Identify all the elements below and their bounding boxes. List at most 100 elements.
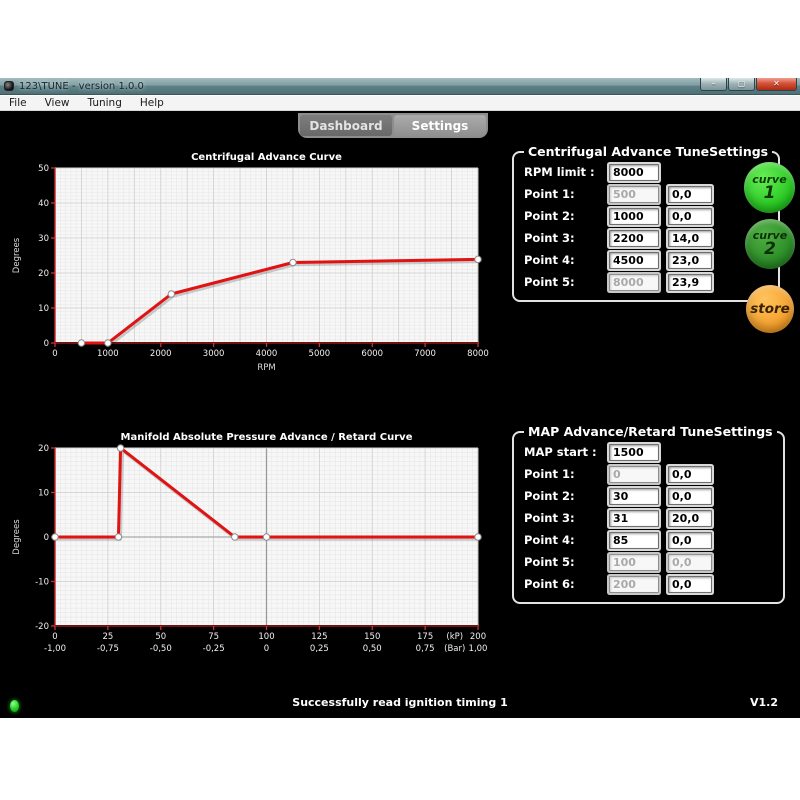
cent-point-1-deg-input[interactable]	[668, 186, 712, 203]
menu-item-help[interactable]: Help	[131, 97, 173, 109]
y-tick-label: 20	[38, 444, 49, 454]
x-tick-label: 2000	[150, 349, 172, 359]
tab-dashboard[interactable]: Dashboard	[300, 115, 392, 136]
window-titlebar: 123\TUNE - version 1.0.0 – ▢ ✕	[0, 78, 800, 95]
x-tick-label-bar: 0	[264, 644, 269, 654]
x-tick-label: 200	[470, 632, 486, 642]
rpm-limit-input[interactable]	[609, 164, 659, 181]
map-point-4-kpa-input[interactable]	[609, 532, 659, 549]
curve-point-marker[interactable]	[168, 291, 174, 297]
curve-point-marker[interactable]	[263, 534, 269, 540]
app-window: 123\TUNE - version 1.0.0 – ▢ ✕ File View…	[0, 0, 800, 800]
curve-point-marker[interactable]	[52, 534, 58, 540]
cent-point-1-label: Point 1:	[524, 187, 600, 201]
curve-point-marker[interactable]	[290, 259, 296, 265]
x-tick-label: 0	[52, 349, 57, 359]
cent-point-4-rpm-input[interactable]	[609, 252, 659, 269]
minimize-button[interactable]: –	[700, 78, 727, 91]
curve-1-number: 1	[764, 185, 776, 202]
cent-point-4-label: Point 4:	[524, 253, 600, 267]
menu-item-file[interactable]: File	[0, 97, 36, 109]
curve-2-number: 2	[764, 241, 776, 258]
map-point-4-label: Point 4:	[524, 533, 600, 547]
store-label: store	[750, 301, 790, 317]
curve-point-marker[interactable]	[117, 445, 123, 451]
x-unit-kpa: (kP)	[446, 632, 463, 642]
x-tick-label: 50	[155, 632, 166, 642]
curve-point-marker[interactable]	[105, 340, 111, 346]
x-tick-label: 0	[52, 632, 57, 642]
map-point-3-deg-input[interactable]	[668, 510, 712, 527]
x-tick-label: 100	[258, 632, 274, 642]
curve-1-button[interactable]: curve 1	[744, 162, 795, 213]
y-tick-label: 10	[38, 489, 49, 499]
map-point-6-deg-input[interactable]	[668, 576, 712, 593]
curve-point-marker[interactable]	[78, 340, 84, 346]
x-tick-label: 6000	[361, 349, 383, 359]
y-tick-label: 0	[44, 533, 49, 543]
x-tick-label: 125	[311, 632, 327, 642]
map-start-label: MAP start :	[524, 445, 600, 459]
store-button[interactable]: store	[746, 285, 794, 333]
tab-settings[interactable]: Settings	[394, 115, 486, 136]
caption-buttons: – ▢ ✕	[700, 78, 797, 91]
curve-point-marker[interactable]	[232, 534, 238, 540]
x-unit-bar: (Bar)	[444, 644, 465, 654]
x-tick-label-bar: 0,25	[310, 644, 329, 654]
map-point-5-kpa-input	[609, 554, 659, 571]
x-axis-label: RPM	[257, 363, 275, 373]
map-point-1-kpa-input	[609, 466, 659, 483]
y-tick-label: 10	[38, 304, 49, 314]
cent-point-3-rpm-input[interactable]	[609, 230, 659, 247]
cent-point-2-rpm-input[interactable]	[609, 208, 659, 225]
tab-bar: Dashboard Settings	[298, 113, 488, 138]
curve-point-marker[interactable]	[475, 256, 481, 262]
y-tick-label: 40	[38, 199, 49, 209]
map-point-2-deg-input[interactable]	[668, 488, 712, 505]
y-tick-label: 50	[38, 164, 49, 174]
x-tick-label: 25	[102, 632, 113, 642]
cent-point-5-rpm-input	[609, 274, 659, 291]
y-tick-label: 20	[38, 269, 49, 279]
close-button[interactable]: ✕	[756, 78, 797, 91]
map-point-2-label: Point 2:	[524, 489, 600, 503]
y-axis-label: Degrees	[12, 237, 22, 273]
menu-item-view[interactable]: View	[36, 97, 79, 109]
curve-2-button[interactable]: curve 2	[745, 219, 795, 269]
map-point-1-deg-input[interactable]	[668, 466, 712, 483]
cent-point-4-deg-input[interactable]	[668, 252, 712, 269]
menu-item-tuning[interactable]: Tuning	[79, 97, 131, 109]
map-advance-retard-chart[interactable]: -20-10010200-1,0025-0,7550-0,5075-0,2510…	[8, 430, 500, 680]
curve-point-marker[interactable]	[475, 534, 481, 540]
x-tick-label-bar: 0,75	[416, 644, 435, 654]
x-tick-label-bar: -0,50	[150, 644, 172, 654]
map-panel-title: MAP Advance/Retard TuneSettings	[524, 424, 777, 439]
map-point-4-deg-input[interactable]	[668, 532, 712, 549]
y-axis-label: Degrees	[12, 519, 22, 555]
centrifugal-advance-chart[interactable]: 0102030405001000200030004000500060007000…	[8, 150, 500, 382]
cent-point-3-deg-input[interactable]	[668, 230, 712, 247]
map-point-5-deg-input	[668, 554, 712, 571]
map-point-1-label: Point 1:	[524, 467, 600, 481]
window-title: 123\TUNE - version 1.0.0	[19, 81, 144, 92]
cent-point-2-label: Point 2:	[524, 209, 600, 223]
x-tick-label: 4000	[256, 349, 278, 359]
maximize-button[interactable]: ▢	[728, 78, 755, 91]
y-tick-label: 0	[44, 339, 49, 349]
cent-point-3-label: Point 3:	[524, 231, 600, 245]
version-label: V1.2	[750, 696, 778, 709]
map-point-6-label: Point 6:	[524, 577, 600, 591]
centrifugal-panel-title: Centrifugal Advance TuneSettings	[524, 144, 772, 159]
curve-point-marker[interactable]	[115, 534, 121, 540]
map-point-2-kpa-input[interactable]	[609, 488, 659, 505]
x-tick-label: 7000	[414, 349, 436, 359]
cent-point-1-rpm-input	[609, 186, 659, 203]
x-tick-label-bar: 0,50	[363, 644, 382, 654]
x-tick-label-bar: -1,00	[44, 644, 66, 654]
status-message: Successfully read ignition timing 1	[0, 696, 800, 709]
map-start-input[interactable]	[609, 444, 659, 461]
map-point-3-kpa-input[interactable]	[609, 510, 659, 527]
x-tick-label: 175	[417, 632, 433, 642]
cent-point-5-deg-input[interactable]	[668, 274, 712, 291]
cent-point-2-deg-input[interactable]	[668, 208, 712, 225]
